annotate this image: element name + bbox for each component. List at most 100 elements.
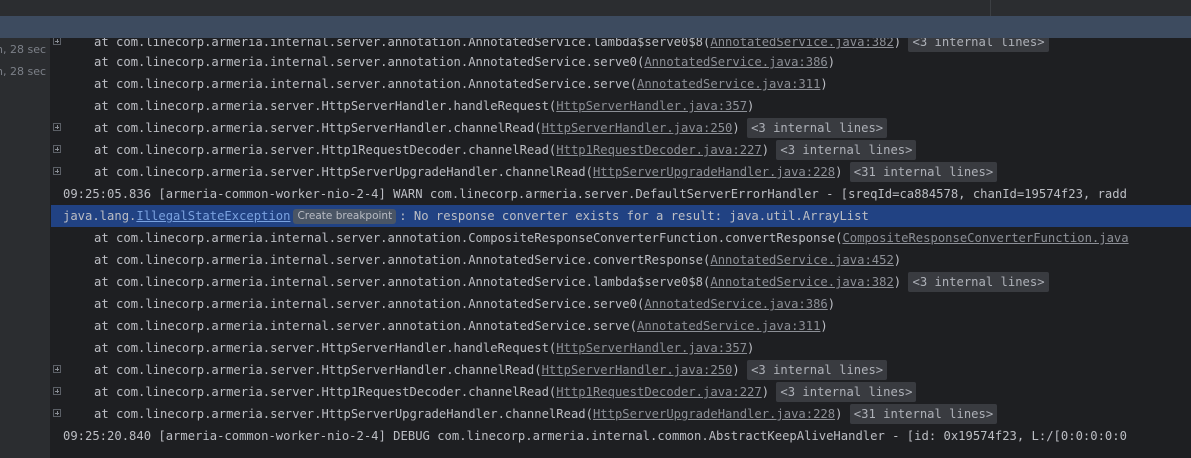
source-link[interactable]: HttpServerHandler.java:250 — [542, 121, 733, 135]
source-link[interactable]: HttpServerHandler.java:357 — [556, 99, 747, 113]
stack-frame-close: ) — [827, 55, 836, 69]
at-keyword: at — [94, 55, 117, 69]
stack-trace-line: at com.linecorp.armeria.server.HttpServe… — [51, 337, 1191, 359]
stack-frame-close: ) — [761, 385, 770, 399]
stack-frame-close: ) — [761, 143, 770, 157]
stack-trace-line: at com.linecorp.armeria.internal.server.… — [51, 51, 1191, 73]
stack-trace-line: at com.linecorp.armeria.internal.server.… — [51, 293, 1191, 315]
stack-frame-close: ) — [732, 363, 740, 377]
internal-lines-chip[interactable]: <31 internal lines> — [849, 404, 998, 424]
internal-lines-chip[interactable]: <31 internal lines> — [849, 162, 998, 182]
source-link[interactable]: Http1RequestDecoder.java:227 — [556, 143, 761, 157]
console-output[interactable]: at com.linecorp.armeria.internal.server.… — [51, 38, 1191, 458]
internal-lines-chip[interactable]: <3 internal lines> — [908, 272, 1049, 292]
at-keyword: at — [94, 143, 117, 157]
exception-class-link[interactable]: IllegalStateException — [136, 209, 290, 223]
expand-fold-icon[interactable] — [53, 365, 61, 373]
expand-fold-icon[interactable] — [53, 167, 61, 175]
at-keyword: at — [94, 253, 117, 267]
stack-frame-text: com.linecorp.armeria.internal.server.ann… — [116, 38, 711, 49]
stack-frame-text: com.linecorp.armeria.server.HttpServerUp… — [116, 407, 593, 421]
source-link[interactable]: AnnotatedService.java:386 — [644, 297, 827, 311]
stack-frame-text: com.linecorp.armeria.server.HttpServerUp… — [116, 165, 593, 179]
stack-frame-close: ) — [893, 275, 902, 289]
stack-frame-text: com.linecorp.armeria.server.HttpServerHa… — [116, 363, 542, 377]
internal-lines-chip[interactable]: <3 internal lines> — [747, 360, 888, 380]
at-keyword: at — [94, 38, 117, 49]
source-link[interactable]: HttpServerUpgradeHandler.java:228 — [593, 165, 835, 179]
stack-frame-text: com.linecorp.armeria.internal.server.ann… — [116, 77, 637, 91]
internal-lines-chip[interactable]: <3 internal lines> — [776, 140, 917, 160]
source-link[interactable]: HttpServerHandler.java:357 — [556, 341, 747, 355]
stack-frame-text: com.linecorp.armeria.internal.server.ann… — [116, 319, 637, 333]
at-keyword: at — [94, 297, 117, 311]
at-keyword: at — [94, 319, 117, 333]
log-line-warn: 09:25:05.836 [armeria-common-worker-nio-… — [51, 183, 1191, 205]
stack-frame-close: ) — [893, 38, 902, 49]
stack-trace-line: at com.linecorp.armeria.internal.server.… — [51, 249, 1191, 271]
stack-trace-line: at com.linecorp.armeria.server.Http1Requ… — [51, 381, 1191, 403]
stack-frame-close: ) — [827, 297, 836, 311]
left-panel: n, 28 sec n, 28 sec — [0, 38, 50, 458]
at-keyword: at — [94, 341, 117, 355]
stack-frame-close: ) — [820, 77, 828, 91]
stack-trace-line: at com.linecorp.armeria.server.HttpServe… — [51, 161, 1191, 183]
expand-fold-icon[interactable] — [53, 38, 61, 45]
stack-trace-line: at com.linecorp.armeria.server.HttpServe… — [51, 117, 1191, 139]
timestamp-label: n, 28 sec — [0, 65, 47, 78]
source-link[interactable]: Http1RequestDecoder.java:227 — [556, 385, 761, 399]
stack-frame-text: com.linecorp.armeria.internal.server.ann… — [116, 55, 645, 69]
stack-frame-close: ) — [893, 253, 902, 267]
at-keyword: at — [94, 407, 117, 421]
expand-fold-icon[interactable] — [53, 123, 61, 131]
at-keyword: at — [94, 385, 117, 399]
stack-frame-text: com.linecorp.armeria.server.HttpServerHa… — [116, 341, 557, 355]
stack-frame-text: com.linecorp.armeria.server.Http1Request… — [116, 143, 557, 157]
internal-lines-chip[interactable]: <3 internal lines> — [908, 38, 1049, 52]
internal-lines-chip[interactable]: <3 internal lines> — [747, 118, 888, 138]
at-keyword: at — [94, 121, 117, 135]
stack-frame-close: ) — [747, 99, 755, 113]
stack-frame-close: ) — [747, 341, 755, 355]
stack-trace-line: at com.linecorp.armeria.server.HttpServe… — [51, 95, 1191, 117]
at-keyword: at — [94, 363, 117, 377]
at-keyword: at — [94, 165, 117, 179]
at-keyword: at — [94, 99, 117, 113]
stack-frame-text: com.linecorp.armeria.server.Http1Request… — [116, 385, 557, 399]
source-link[interactable]: HttpServerHandler.java:250 — [542, 363, 733, 377]
stack-frame-close: ) — [835, 165, 843, 179]
create-breakpoint-button[interactable]: Create breakpoint — [293, 209, 397, 224]
stack-frame-close: ) — [835, 407, 843, 421]
timestamp-label: n, 28 sec — [0, 43, 47, 56]
internal-lines-chip[interactable]: <3 internal lines> — [776, 382, 917, 402]
at-keyword: at — [94, 77, 117, 91]
stack-frame-close: ) — [732, 121, 740, 135]
stack-frame-close: ) — [820, 319, 828, 333]
expand-fold-icon[interactable] — [53, 409, 61, 417]
source-link[interactable]: CompositeResponseConverterFunction.java — [842, 231, 1128, 245]
source-link[interactable]: AnnotatedService.java:452 — [710, 253, 893, 267]
source-link[interactable]: AnnotatedService.java:382 — [710, 38, 893, 49]
log-line-debug: 09:25:20.840 [armeria-common-worker-nio-… — [51, 425, 1191, 447]
log-text: 09:25:20.840 [armeria-common-worker-nio-… — [63, 429, 1127, 443]
stack-trace-line: at com.linecorp.armeria.internal.server.… — [51, 271, 1191, 293]
exception-message: : No response converter exists for a res… — [399, 209, 869, 223]
top-divider — [990, 0, 991, 16]
source-link[interactable]: AnnotatedService.java:382 — [710, 275, 893, 289]
source-link[interactable]: AnnotatedService.java:311 — [637, 319, 820, 333]
stack-frame-text: com.linecorp.armeria.internal.server.ann… — [116, 297, 645, 311]
stack-trace-line: at com.linecorp.armeria.internal.server.… — [51, 315, 1191, 337]
stack-frame-text: com.linecorp.armeria.internal.server.ann… — [116, 231, 843, 245]
console-header-bar — [0, 16, 1191, 38]
exception-line[interactable]: java.lang.IllegalStateException Create br… — [51, 205, 1191, 227]
stack-trace-line: at com.linecorp.armeria.server.HttpServe… — [51, 359, 1191, 381]
stack-trace-line: at com.linecorp.armeria.internal.server.… — [51, 73, 1191, 95]
stack-frame-text: com.linecorp.armeria.server.HttpServerHa… — [116, 121, 542, 135]
stack-frame-text: com.linecorp.armeria.internal.server.ann… — [116, 253, 711, 267]
expand-fold-icon[interactable] — [53, 387, 61, 395]
expand-fold-icon[interactable] — [53, 145, 61, 153]
top-strip — [0, 0, 1191, 16]
source-link[interactable]: AnnotatedService.java:386 — [644, 55, 827, 69]
source-link[interactable]: AnnotatedService.java:311 — [637, 77, 820, 91]
source-link[interactable]: HttpServerUpgradeHandler.java:228 — [593, 407, 835, 421]
